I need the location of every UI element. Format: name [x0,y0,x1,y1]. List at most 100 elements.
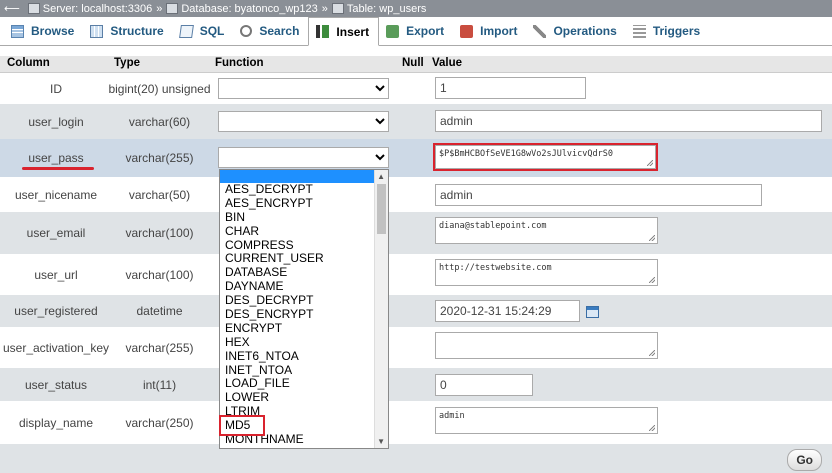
scroll-up-icon[interactable]: ▲ [377,172,385,181]
dropdown-option[interactable]: AES_ENCRYPT [220,196,388,211]
column-name: user_login [28,114,84,129]
table-row: user_nicename varchar(50) admin [0,177,832,212]
tab-structure[interactable]: Structure [83,17,172,45]
export-icon [386,24,400,38]
tab-triggers[interactable]: Triggers [626,17,709,45]
dropdown-option[interactable]: AES_DECRYPT [220,182,388,197]
breadcrumb-server[interactable]: Server: localhost:3306 [43,3,152,15]
column-type: varchar(50) [128,187,191,202]
column-type: bigint(20) unsigned [108,81,211,96]
table-row: user_registered datetime 2020-12-31 15:2… [0,295,832,327]
column-name: user_registered [14,304,98,318]
scroll-thumb[interactable] [377,184,386,234]
column-type: datetime [136,304,183,318]
highlight-underline [22,167,94,170]
tab-label: Import [480,24,518,38]
header-null: Null [402,57,424,69]
breadcrumb-table[interactable]: Table: wp_users [347,3,427,15]
dropdown-option[interactable]: HEX [220,335,388,350]
column-type: varchar(250) [125,415,194,430]
value-textarea[interactable]: diana@stablepoint.com [435,217,658,244]
dropdown-option[interactable]: INET6_NTOA [220,349,388,364]
dropdown-option[interactable]: DATABASE [220,265,388,280]
dropdown-option[interactable]: DES_DECRYPT [220,293,388,308]
browse-icon [11,24,24,38]
dropdown-option[interactable]: ENCRYPT [220,321,388,336]
dropdown-option[interactable]: DAYNAME [220,279,388,294]
tab-search[interactable]: Search [233,17,308,45]
tab-label: Operations [553,24,617,38]
tab-export[interactable]: Export [379,17,453,45]
breadcrumb: ⟵ Server: localhost:3306 » Database: bya… [0,0,832,17]
dropdown-option[interactable]: LOAD_FILE [220,377,388,391]
dropdown-option[interactable]: INET_NTOA [220,363,388,378]
sql-icon [178,24,194,38]
table-row: user_status int(11) 0 [0,368,832,401]
column-type: int(11) [142,377,177,392]
datetime-input[interactable]: 2020-12-31 15:24:29 [435,300,580,322]
triggers-icon [632,24,646,38]
database-icon [166,3,179,14]
column-name: user_activation_key [2,340,110,355]
dropdown-options: AES_DECRYPT AES_ENCRYPT BIN CHAR COMPRESS CUR… [220,182,388,447]
structure-icon [90,24,104,38]
value-input[interactable]: admin [435,110,822,132]
dropdown-option[interactable]: COMPRESS [220,238,388,253]
breadcrumb-separator: » [321,2,328,15]
column-name: display_name [18,415,94,430]
breadcrumb-database[interactable]: Database: byatonco_wp123 [181,3,317,15]
value-textarea[interactable]: $P$BmHCBOfSeVE1G8wVo2sJUlvicvQdrS0 [433,143,658,171]
md5-highlight-box [219,415,265,436]
column-type: varchar(255) [125,151,194,165]
tab-label: Search [259,24,300,38]
header-value: Value [432,57,463,69]
dropdown-option[interactable]: LOWER [220,390,388,405]
function-select[interactable] [218,147,389,168]
tab-insert[interactable]: Insert [308,17,380,46]
dropdown-scrollbar[interactable]: ▲ ▼ [374,170,388,448]
value-input[interactable]: 1 [435,77,586,99]
scroll-down-icon[interactable]: ▼ [377,437,385,446]
value-textarea[interactable] [435,332,658,359]
column-type: varchar(100) [125,226,194,240]
dropdown-option[interactable]: DES_ENCRYPT [220,307,388,322]
tab-browse[interactable]: Browse [4,17,83,45]
column-type: varchar(255) [125,340,194,355]
function-dropdown-list[interactable]: AES_DECRYPT AES_ENCRYPT BIN CHAR COMPRESS CUR… [219,169,389,449]
tab-label: SQL [199,24,225,38]
tab-operations[interactable]: Operations [526,17,625,45]
tab-label: Browse [31,24,75,38]
tab-sql[interactable]: SQL [173,17,234,45]
function-select[interactable] [218,111,389,132]
import-icon [460,24,474,38]
tab-import[interactable]: Import [453,17,526,45]
back-arrow-icon[interactable]: ⟵ [4,2,20,15]
column-name: user_email [26,226,86,240]
header-column: Column [7,57,50,69]
column-name: user_nicename [14,187,98,202]
function-select[interactable] [218,78,389,99]
search-icon [240,25,253,37]
dropdown-option[interactable]: BIN [220,210,388,225]
table-row: user_url varchar(100) http://testwebsite… [0,254,832,295]
value-textarea[interactable]: http://testwebsite.com [435,259,658,286]
breadcrumb-separator: » [156,2,163,15]
insert-icon [316,25,330,38]
go-button[interactable]: Go [787,449,822,471]
dropdown-option[interactable]: CURRENT_USER [220,252,388,266]
value-input[interactable]: admin [435,184,762,206]
value-textarea[interactable]: admin [435,407,658,434]
tab-label: Triggers [652,24,701,38]
tab-label: Structure [110,24,164,38]
column-name: user_pass [28,151,84,165]
table-row: user_email varchar(100) diana@stablepoin… [0,212,832,254]
column-type: varchar(60) [128,114,191,129]
calendar-icon[interactable] [586,306,599,318]
column-name: user_status [24,377,88,392]
server-icon [27,3,40,14]
table-row: ID bigint(20) unsigned 1 [0,73,832,104]
dropdown-option[interactable]: CHAR [220,224,388,239]
table-header: Column Type Function Null Value [0,56,832,73]
value-input[interactable]: 0 [435,374,533,396]
tab-label: Insert [336,24,370,39]
